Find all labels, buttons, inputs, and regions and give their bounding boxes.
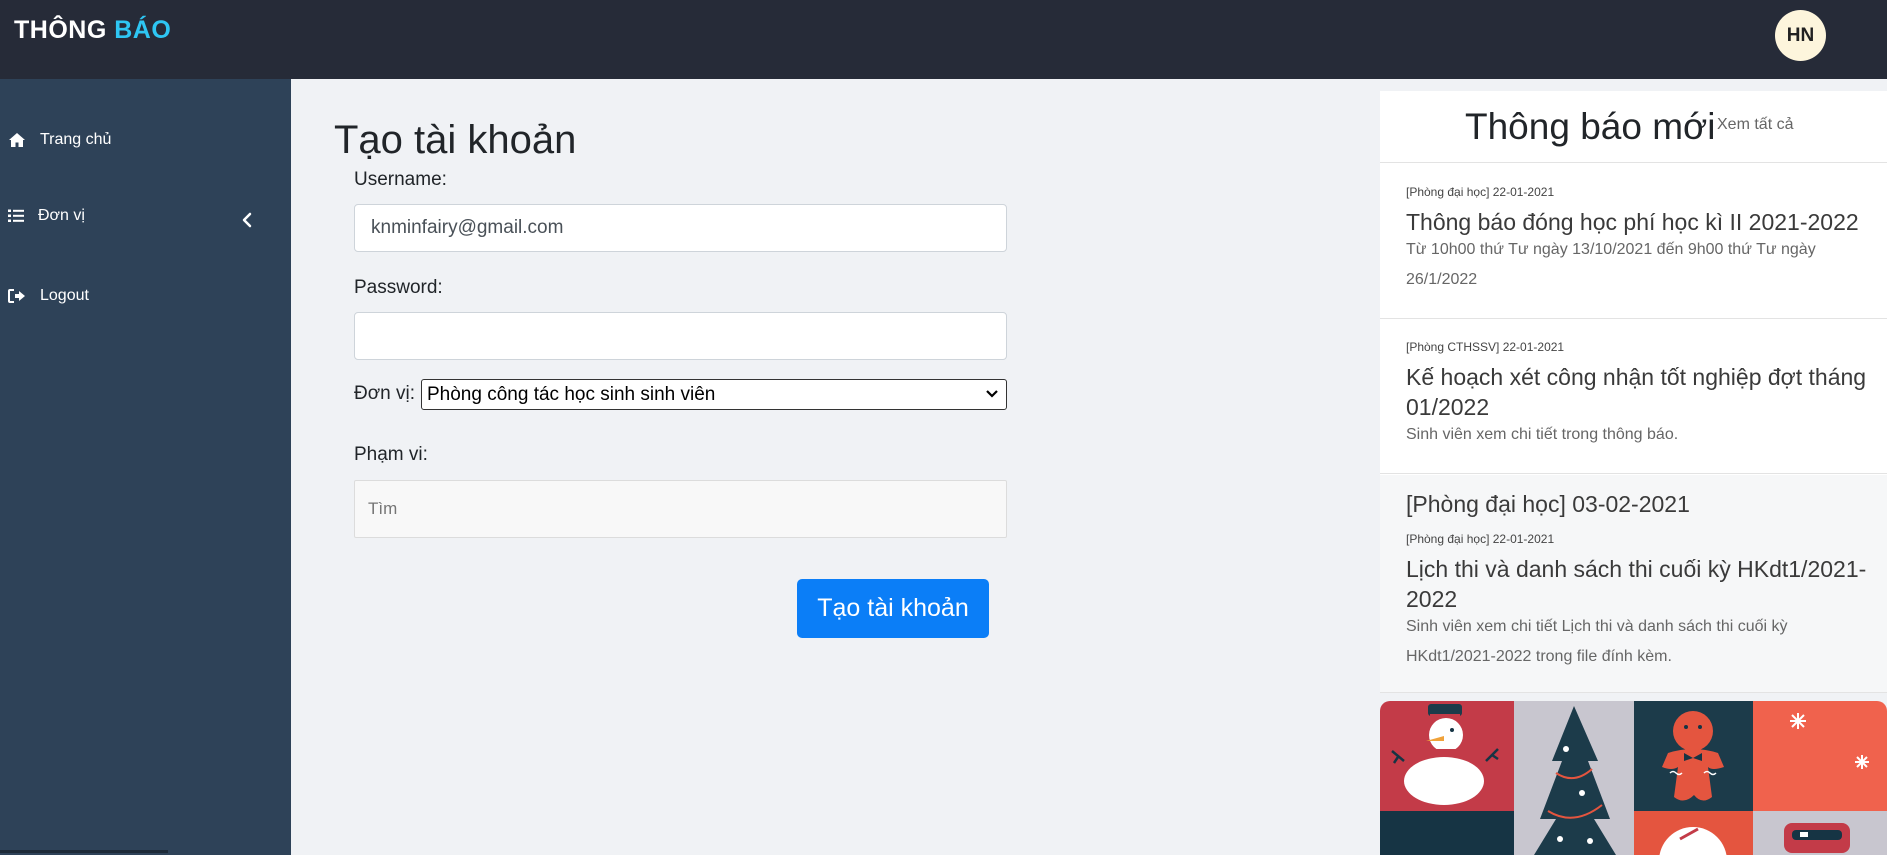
create-account-button[interactable]: Tạo tài khoản [797, 579, 989, 638]
chevron-left-icon [242, 212, 252, 228]
view-all-link[interactable]: Xem tất cả [1717, 116, 1793, 134]
list-icon [8, 209, 24, 222]
notification-desc: Sinh viên xem chi tiết Lịch thi và danh … [1406, 618, 1788, 665]
chevron-down-icon [986, 390, 998, 398]
sidebar-item-label: Đơn vị [38, 207, 85, 224]
sidebar-collapse-toggle[interactable] [241, 212, 253, 232]
notification-group-date: [Phòng đại học] 03-02-2021 [1406, 491, 1690, 517]
sidebar-item-logout[interactable]: Logout [8, 287, 89, 305]
sidebar: Trang chủ Đơn vị Logout [0, 79, 291, 855]
notification-title[interactable]: Thông báo đóng học phí học kì II 2021-20… [1406, 207, 1876, 237]
home-icon [9, 133, 25, 147]
christmas-pattern-illustration [1380, 701, 1887, 855]
unit-select-value: Phòng công tác học sinh sinh viên [427, 383, 716, 405]
username-input[interactable] [354, 204, 1007, 252]
scope-label: Phạm vi: [354, 444, 428, 465]
logo-main-text: THÔNG [14, 16, 115, 44]
sidebar-item-home[interactable]: Trang chủ [8, 131, 111, 149]
notifications-title: Thông báo mới [1465, 106, 1716, 147]
notification-meta: [Phòng đại học] 22-01-2021 [1406, 532, 1555, 546]
notification-meta: [Phòng đại học] 22-01-2021 [1406, 185, 1555, 199]
notification-item[interactable]: [Phòng CTHSSV] 22-01-2021 Kế hoạch xét c… [1380, 320, 1887, 474]
username-label: Username: [354, 169, 447, 190]
password-label: Password: [354, 277, 443, 298]
notifications-header: Thông báo mới Xem tất cả [1380, 91, 1887, 163]
top-navbar: THÔNG BÁO HN [0, 0, 1887, 79]
sign-out-icon [8, 289, 25, 303]
notification-desc: Từ 10h00 thứ Tư ngày 13/10/2021 đến 9h00… [1406, 241, 1816, 288]
christmas-banner [1380, 701, 1887, 855]
password-input[interactable] [354, 312, 1007, 360]
sidebar-item-label: Trang chủ [40, 131, 112, 148]
notification-item[interactable]: [Phòng đại học] 03-02-2021 [Phòng đại họ… [1380, 475, 1887, 693]
notification-title[interactable]: Kế hoạch xét công nhận tốt nghiệp đợt th… [1406, 362, 1876, 422]
user-avatar[interactable]: HN [1775, 10, 1826, 61]
page-title: Tạo tài khoản [334, 118, 577, 162]
scope-search-input[interactable] [354, 480, 1007, 538]
notification-meta: [Phòng CTHSSV] 22-01-2021 [1406, 340, 1565, 354]
sidebar-item-units[interactable]: Đơn vị [8, 207, 85, 225]
notification-title[interactable]: Lịch thi và danh sách thi cuối kỳ HKdt1/… [1406, 554, 1876, 614]
sidebar-divider [0, 850, 168, 853]
notification-item[interactable]: [Phòng đại học] 22-01-2021 Thông báo đón… [1380, 164, 1887, 319]
logo-accent-text: BÁO [114, 16, 172, 44]
unit-select[interactable]: Phòng công tác học sinh sinh viên [421, 379, 1007, 410]
sidebar-item-label: Logout [40, 287, 89, 304]
notifications-panel: Thông báo mới Xem tất cả [Phòng đại học]… [1380, 91, 1887, 693]
notification-desc: Sinh viên xem chi tiết trong thông báo. [1406, 426, 1679, 443]
app-logo[interactable]: THÔNG BÁO [14, 16, 171, 45]
unit-label: Đơn vị: [354, 383, 416, 404]
